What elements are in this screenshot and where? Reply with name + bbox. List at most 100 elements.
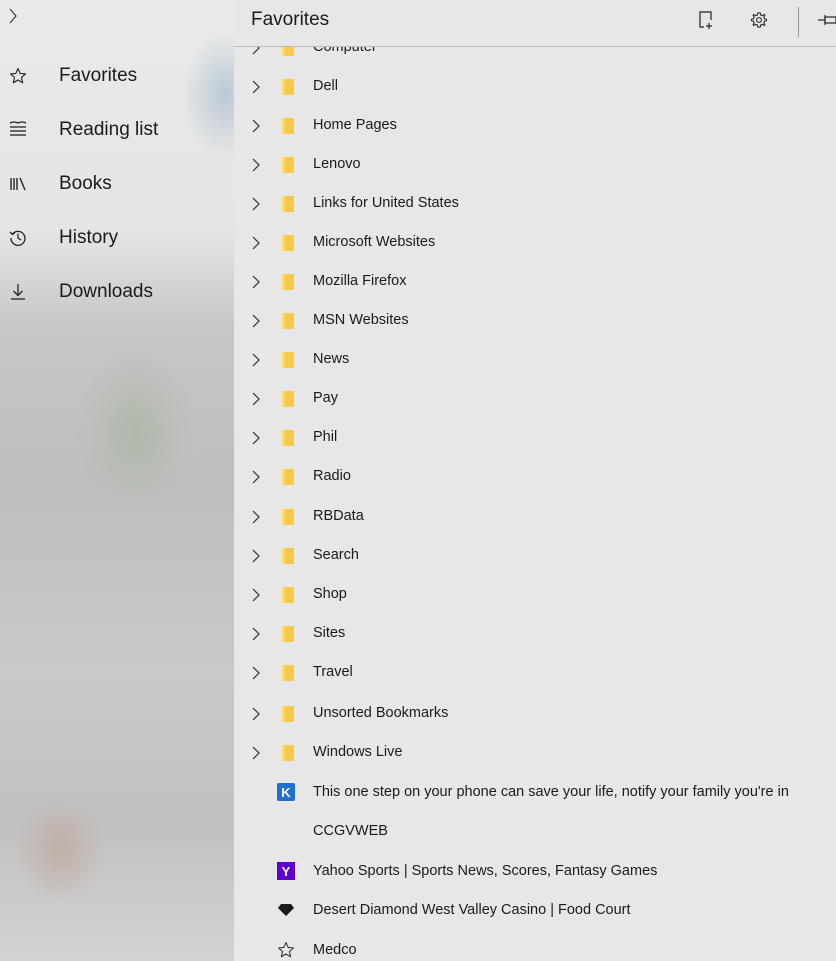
folder-icon: [282, 79, 294, 95]
folder-label: MSN Websites: [313, 312, 409, 328]
folder-icon: [282, 469, 294, 485]
nav-item-downloads[interactable]: Downloads: [0, 269, 234, 315]
chevron-right-icon[interactable]: [250, 586, 262, 604]
folder-label: Home Pages: [313, 117, 397, 133]
favorite-link-row[interactable]: CCGVWEB: [234, 812, 836, 851]
folder-row-mozilla-firefox[interactable]: Mozilla Firefox: [234, 262, 836, 301]
folder-label: Pay: [313, 390, 338, 406]
folder-row-msn-websites[interactable]: MSN Websites: [234, 301, 836, 340]
folder-row-shop[interactable]: Shop: [234, 575, 836, 614]
folder-row-pay[interactable]: Pay: [234, 379, 836, 418]
hub-nav-pane: Favorites Reading list Books History Dow…: [0, 0, 234, 961]
add-favorite-button[interactable]: [694, 9, 720, 35]
chevron-right-icon[interactable]: [250, 156, 262, 174]
favorite-link-row[interactable]: K This one step on your phone can save y…: [234, 773, 836, 812]
pin-pane-button[interactable]: [818, 9, 836, 35]
yahoo-favicon-letter: Y: [281, 863, 291, 879]
nav-item-history[interactable]: History: [0, 215, 234, 261]
folder-label: Sites: [313, 625, 346, 641]
favorite-link-row[interactable]: Y Yahoo Sports | Sports News, Scores, Fa…: [234, 852, 836, 891]
folder-row-unsorted-bookmarks[interactable]: Unsorted Bookmarks: [234, 694, 836, 733]
chevron-right-icon[interactable]: [250, 744, 262, 762]
folder-label: Travel: [313, 664, 353, 680]
folder-label: Search: [313, 547, 359, 563]
folder-row-rbdata[interactable]: RBData: [234, 497, 836, 536]
reading-list-icon: [9, 121, 27, 139]
folder-icon: [282, 313, 294, 329]
folder-label: Radio: [313, 468, 351, 484]
favorite-link-label: This one step on your phone can save you…: [313, 784, 789, 800]
folder-row-radio[interactable]: Radio: [234, 457, 836, 496]
history-icon: [9, 229, 27, 247]
header-divider: [798, 7, 799, 37]
folder-label: Microsoft Websites: [313, 234, 436, 250]
download-icon: [9, 283, 27, 301]
folder-label: Unsorted Bookmarks: [313, 705, 449, 721]
folder-icon: [282, 626, 294, 642]
folder-row-lenovo[interactable]: Lenovo: [234, 145, 836, 184]
folder-row-windows-live[interactable]: Windows Live: [234, 733, 836, 772]
folder-icon: [282, 235, 294, 251]
folder-row-dell[interactable]: Dell: [234, 67, 836, 106]
star-outline-icon: [9, 67, 27, 85]
chevron-right-icon[interactable]: [250, 429, 262, 447]
nav-item-label: Downloads: [59, 281, 153, 302]
chevron-right-icon[interactable]: [250, 625, 262, 643]
expand-pane-chevron-icon[interactable]: [8, 8, 22, 28]
favorite-link-row[interactable]: Medco: [234, 931, 836, 961]
k-favicon-letter: K: [281, 784, 291, 800]
folder-label: News: [313, 351, 350, 367]
favorite-link-label: Desert Diamond West Valley Casino | Food…: [313, 902, 631, 918]
folder-label: Dell: [313, 78, 338, 94]
pin-icon: [818, 12, 836, 33]
folder-row-home-pages[interactable]: Home Pages: [234, 106, 836, 145]
gear-icon: [750, 11, 768, 34]
folder-icon: [282, 274, 294, 290]
chevron-right-icon[interactable]: [250, 468, 262, 486]
nav-item-favorites[interactable]: Favorites: [0, 53, 234, 99]
folder-row-sites[interactable]: Sites: [234, 614, 836, 653]
folder-label: RBData: [313, 508, 364, 524]
chevron-right-icon[interactable]: [250, 195, 262, 213]
chevron-right-icon[interactable]: [250, 390, 262, 408]
folder-row-news[interactable]: News: [234, 340, 836, 379]
chevron-right-icon[interactable]: [250, 351, 262, 369]
settings-button[interactable]: [746, 9, 772, 35]
chevron-right-icon[interactable]: [250, 234, 262, 252]
chevron-right-icon[interactable]: [250, 705, 262, 723]
chevron-right-icon[interactable]: [250, 273, 262, 291]
folder-icon: [282, 587, 294, 603]
favorite-link-label: Medco: [313, 942, 357, 958]
folder-label: Shop: [313, 586, 347, 602]
nav-item-label: History: [59, 227, 119, 248]
chevron-right-icon[interactable]: [250, 547, 262, 565]
yahoo-favicon-icon: Y: [277, 862, 295, 880]
chevron-right-icon[interactable]: [250, 312, 262, 330]
nav-item-label: Reading list: [59, 119, 159, 140]
folder-icon: [282, 118, 294, 134]
chevron-right-icon[interactable]: [250, 508, 262, 526]
nav-item-books[interactable]: Books: [0, 161, 234, 207]
folder-icon: [282, 509, 294, 525]
folder-row-search[interactable]: Search: [234, 536, 836, 575]
chevron-right-icon[interactable]: [250, 78, 262, 96]
chevron-right-icon[interactable]: [250, 117, 262, 135]
nav-item-label: Books: [59, 173, 112, 194]
folder-label: Phil: [313, 429, 338, 445]
add-page-icon: [698, 10, 716, 35]
folder-row-phil[interactable]: Phil: [234, 418, 836, 457]
folder-row-microsoft-websites[interactable]: Microsoft Websites: [234, 223, 836, 262]
folder-row-travel[interactable]: Travel: [234, 653, 836, 692]
folder-icon: [282, 391, 294, 407]
folder-row-links-for-united-states[interactable]: Links for United States: [234, 184, 836, 223]
folder-label: Links for United States: [313, 195, 459, 211]
k-favicon-icon: K: [277, 783, 295, 801]
folder-icon: [282, 196, 294, 212]
favorites-pane: Computer Dell Home Pages Lenovo Links fo…: [234, 0, 836, 961]
favorite-link-row[interactable]: Desert Diamond West Valley Casino | Food…: [234, 891, 836, 930]
chevron-right-icon[interactable]: [250, 664, 262, 682]
folder-icon: [282, 548, 294, 564]
nav-item-reading-list[interactable]: Reading list: [0, 107, 234, 153]
folder-label: Lenovo: [313, 156, 361, 172]
favorite-link-label: CCGVWEB: [313, 823, 388, 839]
